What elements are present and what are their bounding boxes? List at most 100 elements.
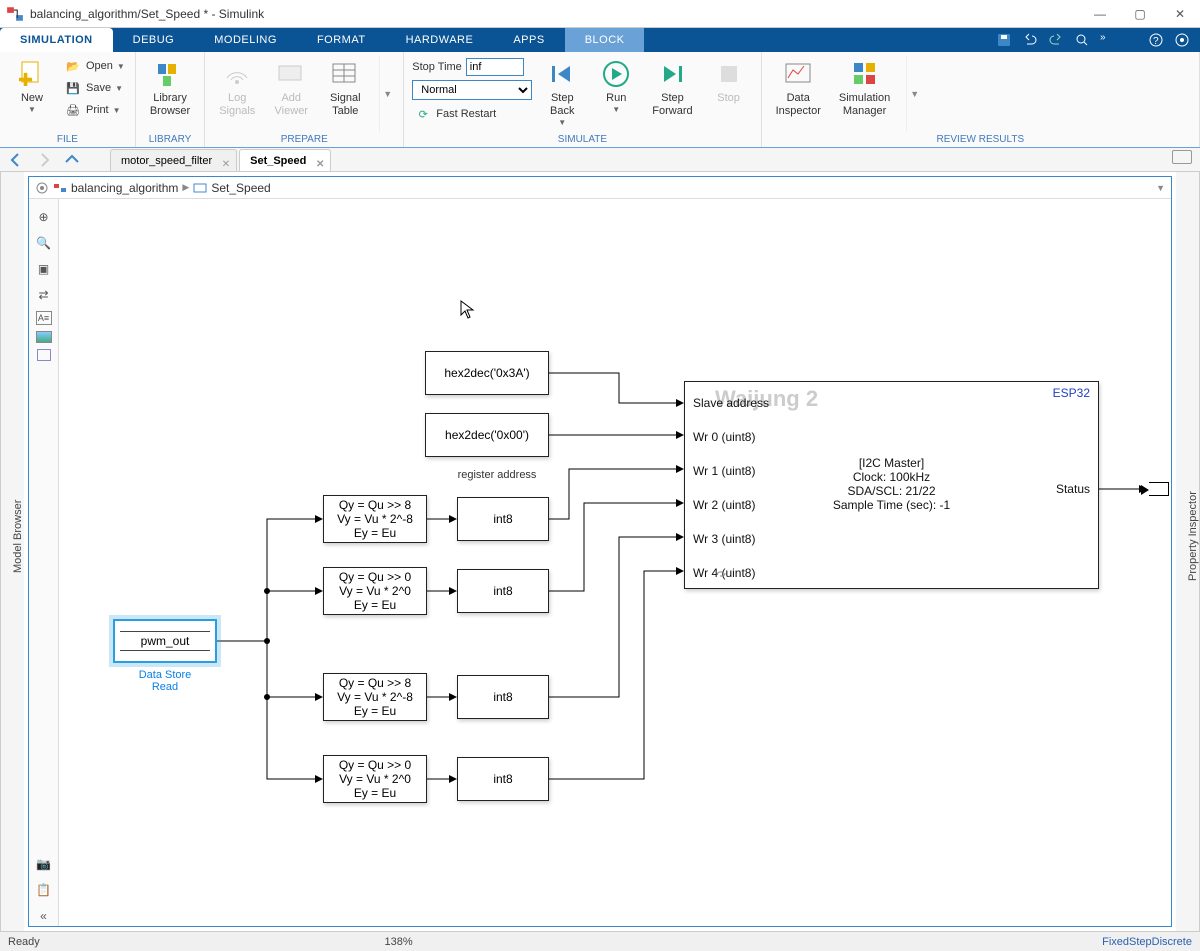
maximize-button[interactable]: ▢ xyxy=(1120,0,1160,28)
datatype-int8-block-4[interactable]: int8 xyxy=(457,757,549,801)
library-browser-button[interactable]: Library Browser xyxy=(144,56,196,120)
canvas[interactable]: hex2dec('0x3A') hex2dec('0x00') register… xyxy=(59,199,1171,926)
tab-hardware[interactable]: HARDWARE xyxy=(386,28,494,52)
extract-bits-block-1[interactable]: Qy = Qu >> 8Vy = Vu * 2^-8Ey = Eu xyxy=(323,495,427,543)
nav-up-icon[interactable] xyxy=(64,152,80,168)
redo-icon[interactable] xyxy=(1048,32,1064,48)
terminator-block[interactable] xyxy=(1149,482,1169,496)
stop-time-input[interactable] xyxy=(466,58,524,76)
log-signals-button[interactable]: Log Signals xyxy=(213,56,261,120)
port-slave-address: Slave address xyxy=(693,396,769,410)
auto-arrange-icon[interactable]: ⇄ xyxy=(34,285,54,305)
nav-forward-icon[interactable] xyxy=(36,152,52,168)
extract-bits-block-3[interactable]: Qy = Qu >> 8Vy = Vu * 2^-8Ey = Eu xyxy=(323,673,427,721)
ribbon-group-label: SIMULATE xyxy=(412,132,752,147)
file-tab-set-speed[interactable]: Set_Speed✕ xyxy=(239,149,331,171)
minimize-button[interactable]: — xyxy=(1080,0,1120,28)
print-icon: 🖨 xyxy=(64,101,82,119)
tab-modeling[interactable]: MODELING xyxy=(194,28,297,52)
new-icon: ✚ xyxy=(18,60,46,88)
fit-view-icon[interactable]: ⊕ xyxy=(34,207,54,227)
report-icon[interactable]: 📋 xyxy=(34,880,54,900)
breadcrumb-root[interactable]: balancing_algorithm xyxy=(71,181,178,195)
step-forward-icon xyxy=(656,58,688,90)
model-browser-panel[interactable]: Model Browser xyxy=(0,172,24,931)
port-wr3: Wr 3 (uint8) xyxy=(693,532,755,546)
breadcrumb-leaf[interactable]: Set_Speed xyxy=(211,181,270,195)
status-solver[interactable]: FixedStepDiscrete xyxy=(1102,936,1192,948)
constant-block-3a[interactable]: hex2dec('0x3A') xyxy=(425,351,549,395)
workspace: Model Browser balancing_algorithm ▶ Set_… xyxy=(0,172,1200,931)
tab-apps[interactable]: APPS xyxy=(493,28,564,52)
new-button[interactable]: ✚ New▼ xyxy=(8,56,56,116)
save-icon: 💾 xyxy=(64,79,82,97)
save-button[interactable]: 💾Save▼ xyxy=(62,78,127,98)
ribbon-group-library: Library Browser LIBRARY xyxy=(136,52,205,147)
data-store-read-block[interactable]: pwm_out xyxy=(113,619,217,663)
help-icon[interactable]: ? xyxy=(1148,32,1164,48)
gear-icon[interactable] xyxy=(1174,32,1190,48)
esp32-label: ESP32 xyxy=(1053,386,1090,400)
quick-access: » ? xyxy=(996,28,1200,52)
datatype-int8-block-1[interactable]: int8 xyxy=(457,497,549,541)
canvas-palette: ⊕ 🔍 ▣ ⇄ A≡ 📷 📋 « xyxy=(29,199,59,926)
step-back-button[interactable]: Step Back▼ xyxy=(538,56,586,129)
review-expand-button[interactable]: ▼ xyxy=(906,56,922,132)
breadcrumb: balancing_algorithm ▶ Set_Speed ▼ xyxy=(29,177,1171,199)
file-tabs: motor_speed_filter✕ Set_Speed✕ xyxy=(0,148,1200,172)
signal-table-button[interactable]: Signal Table xyxy=(321,56,369,120)
extract-bits-block-2[interactable]: Qy = Qu >> 0Vy = Vu * 2^0Ey = Eu xyxy=(323,567,427,615)
tab-simulation[interactable]: SIMULATION xyxy=(0,28,113,52)
sim-manager-button[interactable]: Simulation Manager xyxy=(833,56,896,120)
tab-debug[interactable]: DEBUG xyxy=(113,28,195,52)
port-wr0: Wr 0 (uint8) xyxy=(693,430,755,444)
tab-block[interactable]: BLOCK xyxy=(565,28,645,52)
nav-back-icon[interactable] xyxy=(8,152,24,168)
i2c-master-block[interactable]: Waijung 2 ESP32 Slave address Wr 0 (uint… xyxy=(684,381,1099,589)
step-forward-button[interactable]: Step Forward xyxy=(646,56,698,120)
property-inspector-panel[interactable]: Property Inspector xyxy=(1176,172,1200,931)
link-icon xyxy=(715,568,727,580)
step-back-icon xyxy=(546,58,578,90)
breadcrumb-dropdown[interactable]: ▼ xyxy=(1156,183,1165,193)
datatype-int8-block-3[interactable]: int8 xyxy=(457,675,549,719)
run-button[interactable]: Run▼ xyxy=(592,56,640,116)
fast-restart-button[interactable]: ⟳Fast Restart xyxy=(412,104,532,124)
constant-block-00[interactable]: hex2dec('0x00') xyxy=(425,413,549,457)
open-button[interactable]: 📂Open▼ xyxy=(62,56,127,76)
table-icon xyxy=(329,58,361,90)
extract-bits-block-4[interactable]: Qy = Qu >> 0Vy = Vu * 2^0Ey = Eu xyxy=(323,755,427,803)
stop-icon xyxy=(713,58,745,90)
stop-button[interactable]: Stop xyxy=(705,56,753,107)
play-icon xyxy=(600,58,632,90)
annotation-icon[interactable]: A≡ xyxy=(36,311,52,325)
image-icon[interactable] xyxy=(36,331,52,343)
area-icon[interactable] xyxy=(37,349,51,361)
zoom-in-icon[interactable]: 🔍 xyxy=(34,233,54,253)
folder-icon: 📂 xyxy=(64,57,82,75)
data-inspector-button[interactable]: Data Inspector xyxy=(770,56,827,120)
undo-icon[interactable] xyxy=(1022,32,1038,48)
chart-icon xyxy=(782,58,814,90)
hierarchy-icon[interactable] xyxy=(35,181,49,195)
fast-restart-icon: ⟳ xyxy=(414,105,432,123)
status-zoom[interactable]: 138% xyxy=(385,936,413,948)
print-button[interactable]: 🖨Print▼ xyxy=(62,100,127,120)
screenshot-icon[interactable]: 📷 xyxy=(34,854,54,874)
close-button[interactable]: ✕ xyxy=(1160,0,1200,28)
search-quick-icon[interactable] xyxy=(1074,32,1090,48)
stop-time-label: Stop Time xyxy=(412,61,462,73)
prepare-expand-button[interactable]: ▼ xyxy=(379,56,395,132)
ribbon: ✚ New▼ 📂Open▼ 💾Save▼ 🖨Print▼ FILE Librar… xyxy=(0,52,1200,148)
keyboard-icon[interactable] xyxy=(1172,150,1192,164)
simulation-mode-select[interactable]: Normal xyxy=(412,80,532,100)
more-icon[interactable]: » xyxy=(1100,32,1116,48)
file-tab-motor-speed[interactable]: motor_speed_filter✕ xyxy=(110,149,237,171)
datatype-int8-block-2[interactable]: int8 xyxy=(457,569,549,613)
add-viewer-button[interactable]: Add Viewer xyxy=(267,56,315,120)
tab-format[interactable]: FORMAT xyxy=(297,28,386,52)
save-quick-icon[interactable] xyxy=(996,32,1012,48)
register-address-label: register address xyxy=(447,469,547,481)
collapse-icon[interactable]: « xyxy=(34,906,54,926)
fit-to-screen-icon[interactable]: ▣ xyxy=(34,259,54,279)
